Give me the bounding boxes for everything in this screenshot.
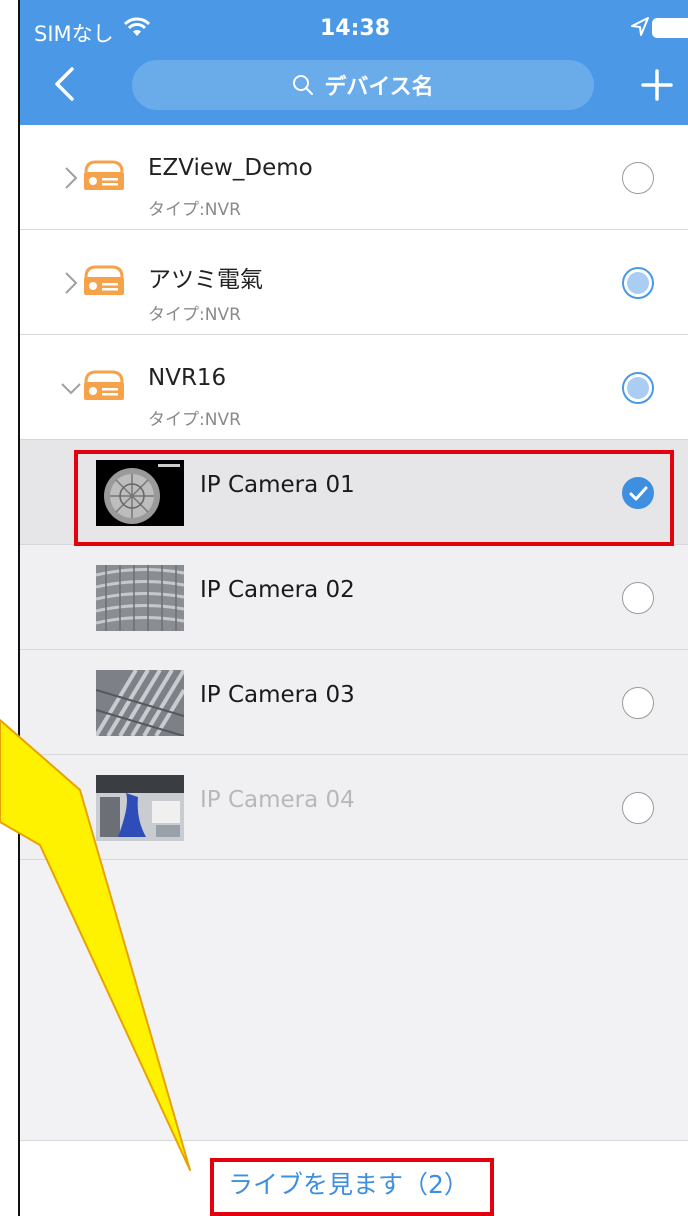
device-row-nvr16[interactable]: NVR16 タイプ:NVR — [20, 335, 688, 440]
device-name: アツミ電氣 — [148, 267, 263, 293]
camera-name: IP Camera 01 — [200, 472, 355, 498]
nvr-device-icon — [84, 370, 124, 400]
select-radio[interactable] — [622, 582, 654, 614]
search-icon — [293, 75, 314, 95]
camera-thumbnail — [96, 670, 184, 736]
watch-live-button[interactable]: ライブを見ます（2） — [228, 1165, 469, 1201]
chevron-down-icon[interactable] — [60, 375, 82, 401]
device-list: EZView_Demo タイプ:NVR アツミ電氣 タイプ:NVR NVR16 … — [20, 125, 688, 860]
camera-row-03[interactable]: IP Camera 03 — [20, 650, 688, 755]
back-button[interactable] — [50, 66, 78, 102]
search-input[interactable]: デバイス名 — [132, 60, 594, 110]
status-bar: SIMなし 14:38 — [20, 0, 688, 58]
camera-row-01[interactable]: IP Camera 01 — [20, 440, 688, 545]
camera-thumbnail — [96, 775, 184, 841]
device-name: NVR16 — [148, 365, 227, 391]
device-type: タイプ:NVR — [148, 410, 241, 430]
chevron-right-icon[interactable] — [60, 165, 82, 191]
device-row-atsumi[interactable]: アツミ電氣 タイプ:NVR — [20, 230, 688, 335]
camera-name: IP Camera 02 — [200, 577, 355, 603]
select-radio[interactable] — [622, 267, 654, 299]
device-type: タイプ:NVR — [148, 305, 241, 325]
nvr-device-icon — [84, 160, 124, 190]
camera-row-04[interactable]: IP Camera 04 — [20, 755, 688, 860]
checkmark-icon — [629, 486, 648, 501]
clock: 14:38 — [319, 16, 391, 41]
device-type: タイプ:NVR — [148, 200, 241, 220]
camera-name: IP Camera 04 — [200, 787, 355, 813]
camera-thumbnail — [96, 565, 184, 631]
chevron-right-icon[interactable] — [60, 270, 82, 296]
select-radio[interactable] — [622, 372, 654, 404]
add-button[interactable] — [640, 68, 674, 102]
header: SIMなし 14:38 デバイス名 — [20, 0, 688, 125]
phone-screen: SIMなし 14:38 デバイス名 EZView_Demo タイプ:NVR アツ… — [18, 0, 688, 1216]
camera-row-02[interactable]: IP Camera 02 — [20, 545, 688, 650]
device-name: EZView_Demo — [148, 155, 313, 181]
search-placeholder: デバイス名 — [324, 75, 434, 100]
device-row-ezview-demo[interactable]: EZView_Demo タイプ:NVR — [20, 125, 688, 230]
camera-thumbnail — [96, 460, 184, 526]
bottom-bar: ライブを見ます（2） — [20, 1140, 688, 1216]
location-arrow-icon — [631, 17, 649, 36]
select-radio[interactable] — [622, 792, 654, 824]
select-radio[interactable] — [622, 162, 654, 194]
select-radio[interactable] — [622, 687, 654, 719]
battery-icon — [652, 18, 688, 38]
nvr-device-icon — [84, 265, 124, 295]
select-checkbox-checked[interactable] — [622, 477, 654, 509]
camera-name: IP Camera 03 — [200, 682, 355, 708]
